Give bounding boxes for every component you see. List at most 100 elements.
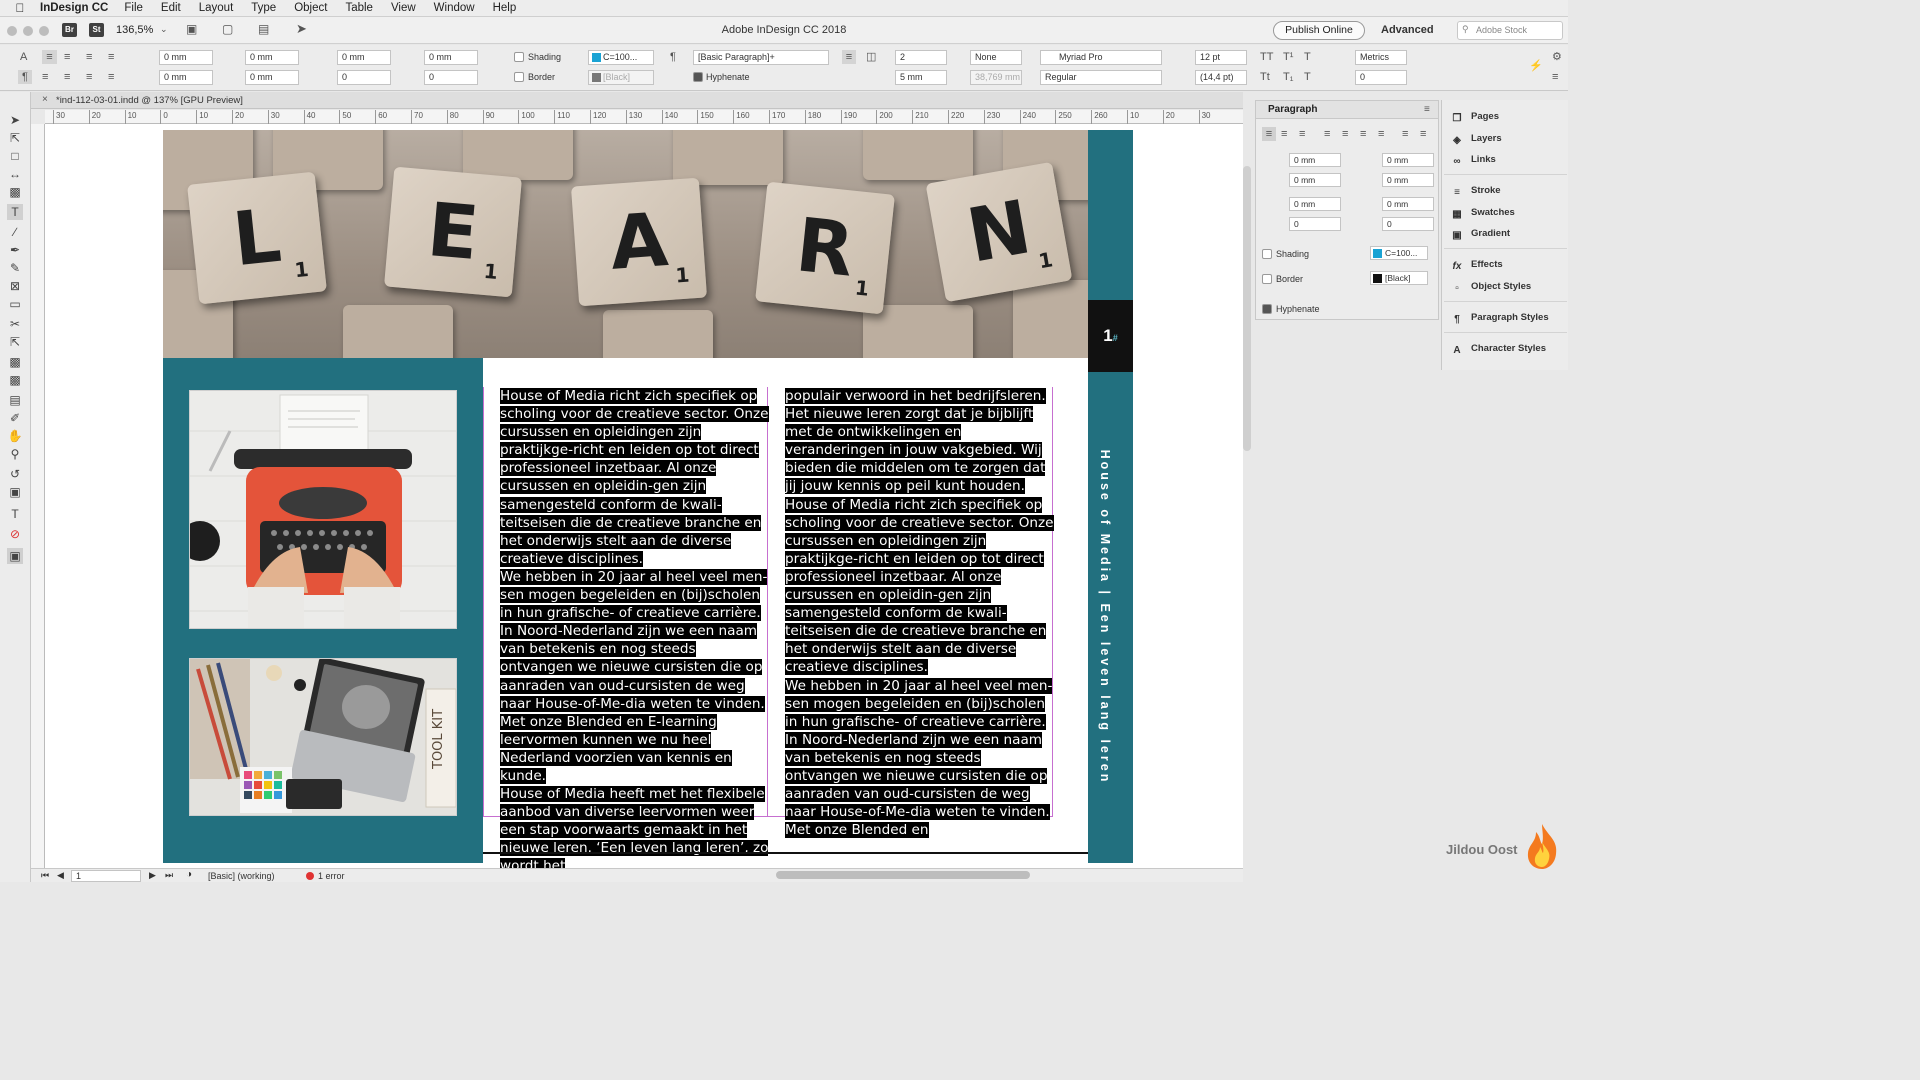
scissors-tool-icon[interactable]: ✂	[7, 316, 23, 332]
fill-stroke-icon[interactable]: ▣	[7, 484, 23, 500]
shading-checkbox[interactable]	[514, 52, 524, 62]
columns-field[interactable]: 2	[895, 50, 947, 65]
panel-shading-checkbox[interactable]	[1262, 249, 1272, 259]
rectangle-frame-tool-icon[interactable]: ⊠	[7, 278, 23, 294]
note-tool-icon[interactable]: ▤	[7, 392, 23, 408]
paragraph-panel-title[interactable]: Paragraph	[1256, 101, 1438, 119]
panel-space-before-field[interactable]: 0 mm	[1289, 197, 1341, 211]
leading-field[interactable]: (14,4 pt)	[1195, 70, 1247, 85]
control-menu-icon[interactable]: ≡	[1552, 70, 1558, 84]
previous-page-icon[interactable]: ◀	[57, 870, 64, 881]
eyedropper-tool-icon[interactable]: ✐	[7, 410, 23, 426]
next-page-icon[interactable]: ▶	[149, 870, 156, 881]
menu-object[interactable]: Object	[294, 2, 327, 14]
close-document-icon[interactable]: ×	[42, 94, 48, 105]
vertical-tagline[interactable]: House of Media | Een leven lang leren	[1098, 447, 1112, 787]
panel-border-checkbox[interactable]	[1262, 274, 1272, 284]
gap-tool-icon[interactable]: ↔	[7, 166, 23, 182]
hyphenate-checkbox[interactable]	[693, 72, 703, 82]
first-line-indent-field[interactable]: 0 mm	[159, 70, 213, 85]
text-column-left[interactable]: House of Media richt zich specifiek op s…	[500, 387, 770, 876]
paragraph-formatting-icon[interactable]: ¶	[18, 70, 32, 84]
tracking-field[interactable]: 0	[1355, 70, 1407, 85]
last-page-icon[interactable]: ⏭	[165, 870, 173, 881]
page-number-marker[interactable]: 1#	[1088, 300, 1133, 372]
columns-icon[interactable]: ◫	[866, 50, 876, 64]
para-align-center-icon[interactable]: ≡	[1281, 127, 1287, 141]
small-caps-icon[interactable]: Tt	[1260, 70, 1270, 84]
para-align-spine-icon[interactable]: ≡	[1402, 127, 1408, 141]
para-align-away-spine-icon[interactable]: ≡	[1420, 127, 1426, 141]
dock-stroke[interactable]: ≡ Stroke	[1450, 183, 1565, 199]
font-size-field[interactable]: 12 pt	[1195, 50, 1247, 65]
dock-swatches[interactable]: ▦ Swatches	[1450, 205, 1565, 221]
control-settings-icon[interactable]: ⚙	[1552, 50, 1562, 64]
justify-right-icon[interactable]: ≡	[86, 70, 92, 84]
publish-online-button[interactable]: Publish Online	[1273, 21, 1365, 40]
gutter-field[interactable]: 5 mm	[895, 70, 947, 85]
document-tab[interactable]: × *ind-112-03-01.indd @ 137% [GPU Previe…	[31, 92, 1243, 109]
screen-mode-normal-icon[interactable]: ▣	[7, 548, 23, 564]
justify-left-icon[interactable]: ≡	[42, 70, 48, 84]
superscript-icon[interactable]: T¹	[1283, 50, 1293, 64]
panel-space-after-field[interactable]: 0 mm	[1382, 197, 1434, 211]
menu-file[interactable]: File	[124, 2, 143, 14]
swap-fill-stroke-icon[interactable]: ↺	[7, 466, 23, 482]
para-justify-right-icon[interactable]: ≡	[1360, 127, 1366, 141]
panel-last-line-field[interactable]: 0 mm	[1382, 173, 1434, 187]
border-checkbox[interactable]	[514, 72, 524, 82]
panel-drop-chars-field[interactable]: 0	[1382, 217, 1434, 231]
hand-tool-icon[interactable]: ✋	[7, 428, 23, 444]
align-towards-spine-icon[interactable]: ≡	[108, 50, 114, 64]
para-align-left-icon[interactable]: ≡	[1262, 127, 1276, 141]
panel-right-indent-field[interactable]: 0 mm	[1382, 153, 1434, 167]
panel-menu-icon[interactable]: ≡	[1424, 104, 1430, 115]
quick-apply-icon[interactable]: ⚡	[1529, 59, 1543, 73]
para-justify-left-icon[interactable]: ≡	[1324, 127, 1330, 141]
para-justify-center-icon[interactable]: ≡	[1342, 127, 1348, 141]
align-left-icon[interactable]: ≡	[42, 50, 57, 64]
menu-window[interactable]: Window	[434, 2, 475, 14]
dock-gradient[interactable]: ▣ Gradient	[1450, 226, 1565, 242]
dock-pages[interactable]: ❐ Pages	[1450, 109, 1565, 125]
span-columns-select[interactable]: None	[970, 50, 1022, 65]
vertical-ruler[interactable]	[31, 124, 45, 868]
text-column-right[interactable]: populair verwoord in het bedrijfsleren. …	[785, 387, 1055, 839]
menu-type[interactable]: Type	[251, 2, 276, 14]
dock-object-styles[interactable]: ▫ Object Styles	[1450, 279, 1565, 295]
dock-links[interactable]: ∞ Links	[1450, 152, 1565, 168]
line-tool-icon[interactable]: ∕	[7, 224, 23, 240]
last-line-indent-field[interactable]: 0 mm	[245, 70, 299, 85]
font-style-select[interactable]: Regular	[1040, 70, 1162, 85]
panel-left-indent-field[interactable]: 0 mm	[1289, 153, 1341, 167]
dock-effects[interactable]: fx Effects	[1450, 257, 1565, 273]
menu-table[interactable]: Table	[345, 2, 373, 14]
paragraph-style-select[interactable]: [Basic Paragraph]+	[693, 50, 829, 65]
apply-none-icon[interactable]: ⊘	[7, 526, 23, 542]
align-center-icon[interactable]: ≡	[64, 50, 70, 64]
dock-paragraph-styles[interactable]: ¶ Paragraph Styles	[1450, 310, 1565, 326]
panel-hyphenate-checkbox[interactable]	[1262, 304, 1272, 314]
bottom-rule-line[interactable]	[483, 852, 1088, 854]
align-to-baseline-icon[interactable]: ≡	[842, 50, 856, 64]
page-number-field[interactable]: 1	[71, 870, 141, 882]
zoom-tool-icon[interactable]: ⚲	[7, 446, 23, 462]
rectangle-tool-icon[interactable]: ▭	[7, 296, 23, 312]
drop-cap-lines-field[interactable]: 0	[337, 70, 391, 85]
app-menu[interactable]: InDesign CC	[40, 2, 108, 14]
laptop-desk-photo[interactable]: TOOL KIT	[189, 658, 457, 816]
para-align-right-icon[interactable]: ≡	[1299, 127, 1305, 141]
pencil-tool-icon[interactable]: ✎	[7, 260, 23, 276]
type-tool-icon[interactable]: T	[7, 204, 23, 220]
para-justify-all-icon[interactable]: ≡	[1378, 127, 1384, 141]
horizontal-ruler[interactable]: 30 20 10 0 10 20 30 40 50 60 70 80 90 100 110 120 130 140…	[45, 110, 1243, 124]
error-count[interactable]: 1 error	[318, 871, 345, 881]
all-caps-icon[interactable]: TT	[1260, 50, 1273, 64]
selection-tool-icon[interactable]: ➤	[7, 112, 23, 128]
justify-center-icon[interactable]: ≡	[64, 70, 70, 84]
column-width-field[interactable]: 38,769 mm	[970, 70, 1022, 85]
font-family-select[interactable]: Myriad Pro	[1040, 50, 1162, 65]
horizontal-scrollbar[interactable]	[776, 871, 1030, 879]
formatting-affects-text-icon[interactable]: T	[7, 506, 23, 522]
page-tool-icon[interactable]: □	[7, 148, 23, 164]
